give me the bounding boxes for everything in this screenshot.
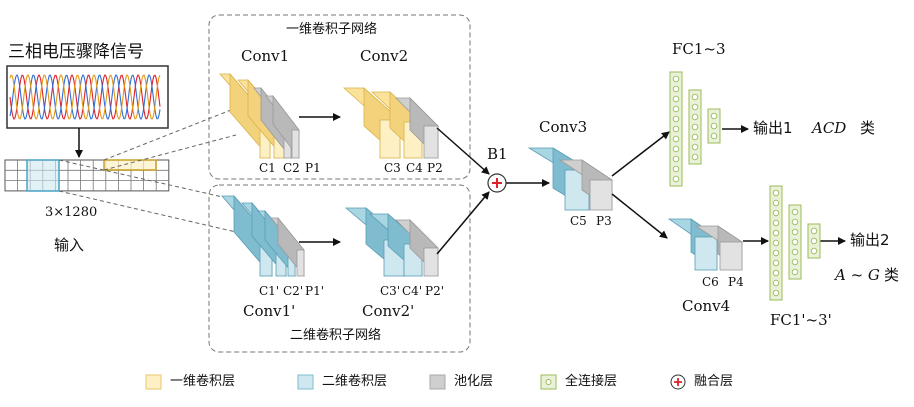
fc2-column-2 bbox=[788, 204, 802, 280]
group-1d-title: 一维卷积子网络 bbox=[286, 22, 378, 37]
c3p-label: C3' bbox=[380, 284, 401, 298]
conv1p-label: Conv1' bbox=[243, 302, 296, 320]
p1p-label: P1' bbox=[305, 284, 325, 298]
group-2d-title: 二维卷积子网络 bbox=[290, 328, 382, 343]
grid-highlight-blue bbox=[26, 159, 60, 192]
legend-fusion-label: 融合层 bbox=[694, 374, 734, 389]
p2-label: P2 bbox=[427, 161, 443, 175]
c2p-label: C2' bbox=[283, 284, 304, 298]
layer-blocks bbox=[219, 72, 744, 278]
legend-conv1d-label: 一维卷积层 bbox=[170, 374, 236, 389]
b1-label: B1 bbox=[487, 145, 508, 163]
input-size-label: 3×1280 bbox=[45, 205, 98, 220]
c4p-label: C4' bbox=[402, 284, 423, 298]
c3-label: C3 bbox=[384, 161, 401, 175]
legend-fc-dot bbox=[545, 379, 552, 385]
conv3-label: Conv3 bbox=[539, 118, 588, 136]
fc1-column-1 bbox=[669, 71, 683, 187]
p4-label: P4 bbox=[728, 275, 744, 289]
output1-text: 输出1 bbox=[753, 119, 793, 137]
c1p-label: C1' bbox=[259, 284, 280, 298]
fc2-column-3 bbox=[807, 223, 821, 259]
c4-label: C4 bbox=[406, 161, 423, 175]
conv4-label: Conv4 bbox=[682, 297, 731, 315]
fc2-column-1 bbox=[769, 185, 783, 301]
legend-swatch-conv2d bbox=[297, 374, 314, 390]
c6-label: C6 bbox=[702, 275, 719, 289]
legend-fc-label: 全连接层 bbox=[565, 374, 618, 389]
fc-columns bbox=[669, 71, 821, 301]
fc1-label: FC1~3 bbox=[672, 40, 726, 58]
input-signal-title: 三相电压骤降信号 bbox=[8, 42, 144, 62]
output2-class: A ~ G bbox=[835, 266, 880, 284]
legend-swatch-conv1d bbox=[145, 374, 162, 390]
output1-class: ACD bbox=[812, 119, 847, 137]
input-label: 输入 bbox=[54, 236, 85, 254]
p1-label: P1 bbox=[305, 161, 321, 175]
conv2-label: Conv2 bbox=[360, 47, 409, 65]
conv1-label: Conv1 bbox=[241, 47, 290, 65]
legend-conv2d-label: 二维卷积层 bbox=[322, 374, 388, 389]
legend-swatch-pool bbox=[429, 374, 446, 390]
output2-suffix: 类 bbox=[884, 266, 900, 284]
legend-pool-label: 池化层 bbox=[454, 374, 494, 389]
output1-suffix: 类 bbox=[860, 119, 876, 137]
c1-label: C1 bbox=[259, 161, 276, 175]
grid-highlight-yellow bbox=[103, 159, 157, 171]
conv3-slab-1 bbox=[527, 147, 591, 211]
conv2p-label: Conv2' bbox=[362, 302, 415, 320]
c2-label: C2 bbox=[283, 161, 300, 175]
p2p-label: P2' bbox=[425, 284, 445, 298]
c5-label: C5 bbox=[570, 214, 587, 228]
output2-text: 输出2 bbox=[850, 231, 890, 249]
fc1-column-3 bbox=[707, 108, 721, 144]
fc2-label: FC1'~3' bbox=[770, 311, 832, 329]
fc1-column-2 bbox=[688, 89, 702, 165]
p3-label: P3 bbox=[596, 214, 612, 228]
